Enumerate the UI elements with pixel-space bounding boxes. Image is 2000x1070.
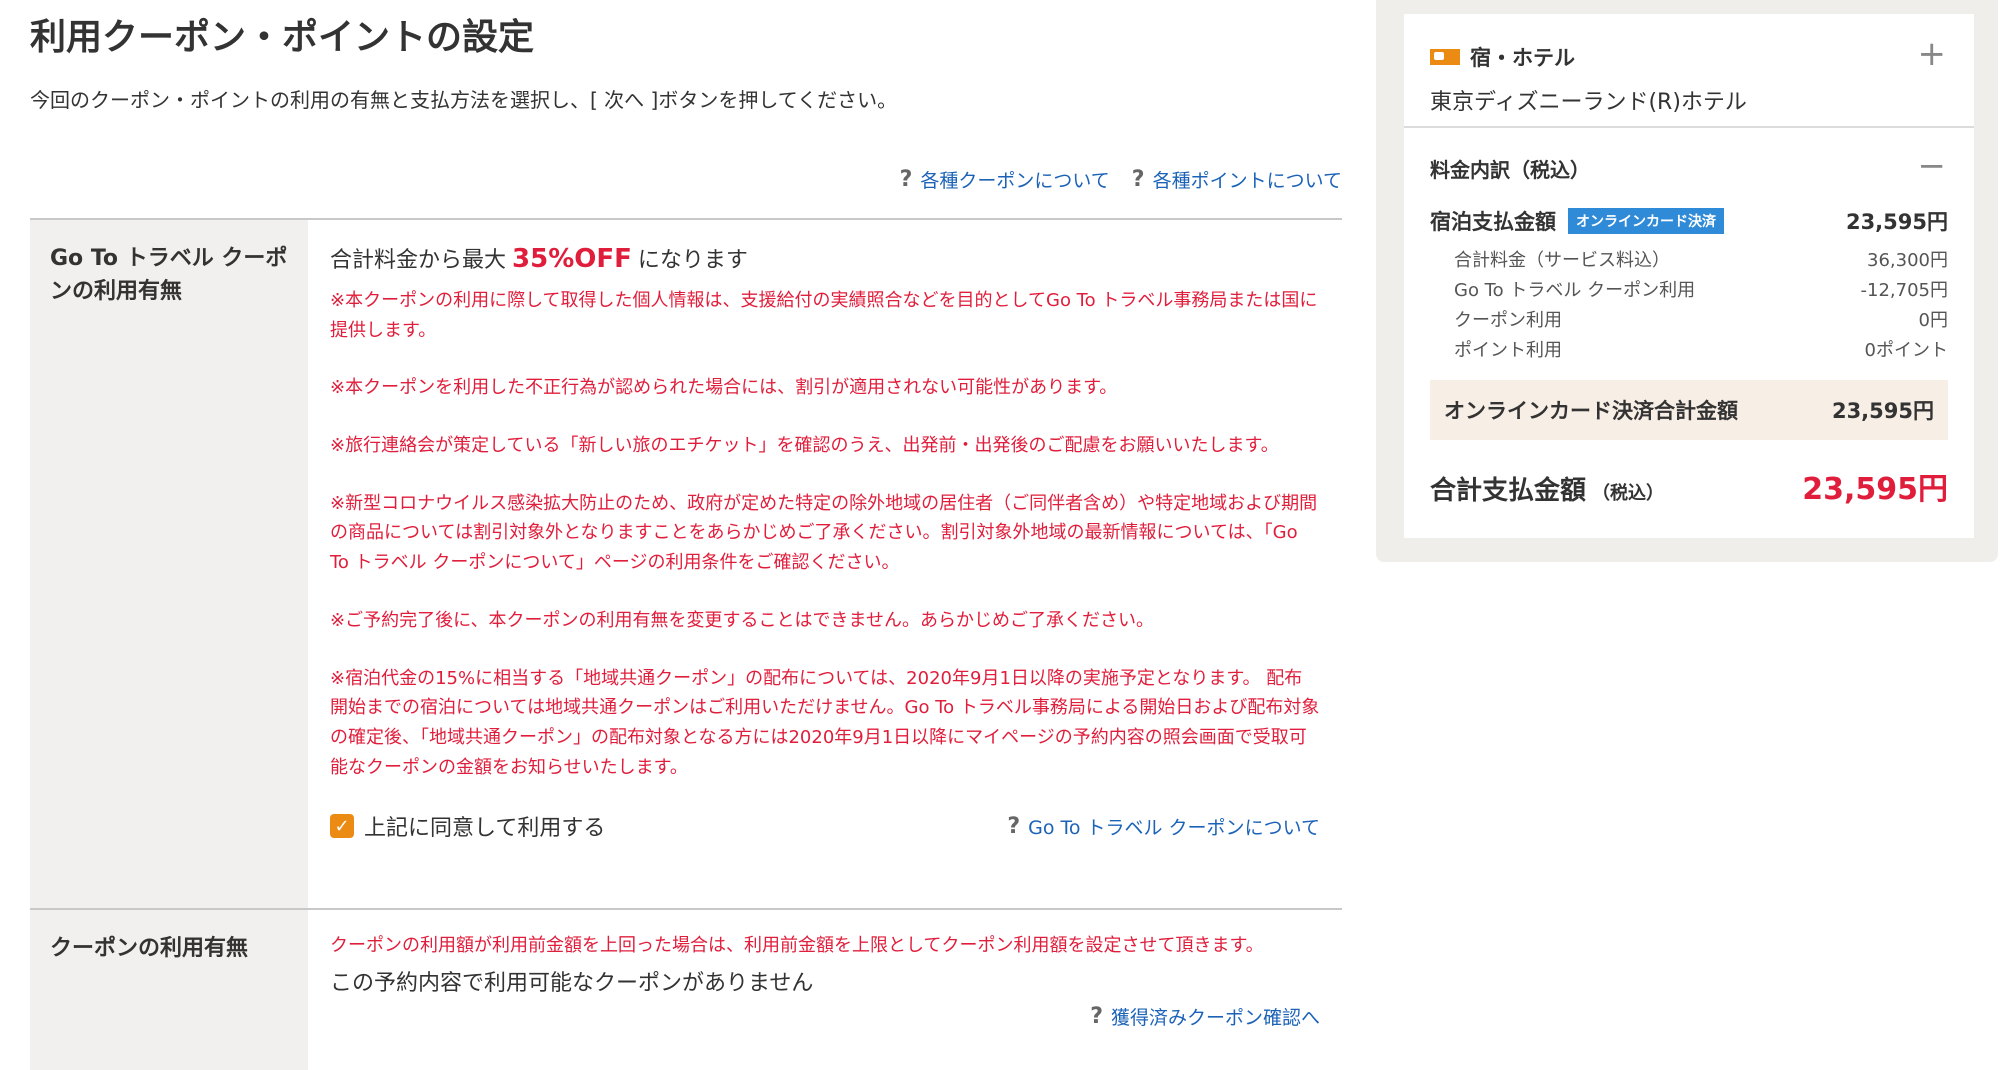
coupon-link-row: ? 獲得済みクーポン確認へ	[330, 1003, 1320, 1030]
detail-row: ポイント利用 0ポイント	[1454, 336, 1948, 366]
question-icon: ?	[1090, 1003, 1103, 1029]
discount-headline: 合計料金から最大 35%OFF になります	[330, 242, 1320, 274]
price-card: 宿・ホテル + 東京ディズニーランド(R)ホテル 料金内訳（税込） − 宿泊支払…	[1404, 14, 1974, 538]
breakdown-title: 料金内訳（税込）	[1430, 158, 1590, 182]
bed-icon	[1430, 49, 1460, 65]
question-icon: ?	[899, 167, 913, 192]
page-title: 利用クーポン・ポイントの設定	[30, 17, 535, 58]
goto-section-label: Go To トラベル クーポンの利用有無	[30, 220, 308, 910]
category-label: 宿・ホテル	[1470, 46, 1575, 70]
agree-row: ✓ 上記に同意して利用する ? Go To トラベル クーポンについて	[330, 810, 1320, 842]
detail-value: 0円	[1918, 310, 1948, 331]
detail-row: クーポン利用 0円	[1454, 306, 1948, 336]
coupon-note: クーポンの利用額が利用前金額を上回った場合は、利用前金額を上限としてクーポン利用…	[330, 935, 1264, 956]
stay-payment-row: 宿泊支払金額 オンラインカード決済 23,595円	[1430, 206, 1948, 236]
stay-amount: 23,595円	[1845, 210, 1948, 234]
question-icon: ?	[1007, 813, 1021, 839]
card-total-amount: 23,595円	[1831, 399, 1934, 423]
goto-notes: ※本クーポンの利用に際して取得した個人情報は、支援給付の実績照合などを目的として…	[330, 286, 1320, 782]
stay-label: 宿泊支払金額	[1430, 210, 1556, 234]
note-item: ※新型コロナウイルス感染拡大防止のため、政府が定めた特定の除外地域の居住者（ご同…	[330, 492, 1318, 574]
agree-checkbox[interactable]: ✓	[330, 814, 354, 839]
headline-post: になります	[637, 248, 748, 273]
coupon-help-link[interactable]: ? 各種クーポンについて	[900, 166, 1110, 193]
goto-coupon-info-link[interactable]: ? Go To トラベル クーポンについて	[1007, 813, 1320, 840]
detail-row: 合計料金（サービス料込） 36,300円	[1454, 246, 1948, 276]
agree-checkbox-label[interactable]: ✓ 上記に同意して利用する	[330, 810, 605, 842]
hotel-header: 宿・ホテル + 東京ディズニーランド(R)ホテル	[1404, 14, 1974, 128]
coupon-section-label: クーポンの利用有無	[30, 910, 308, 1070]
grand-total-sub: （税込）	[1592, 483, 1665, 504]
detail-value: 36,300円	[1867, 250, 1948, 271]
detail-value: 0ポイント	[1864, 340, 1948, 361]
grand-total-amount: 23,595円	[1802, 472, 1948, 507]
help-links: ? 各種クーポンについて ? 各種ポイントについて	[900, 166, 1342, 193]
hotel-name: 東京ディズニーランド(R)ホテル	[1430, 90, 1747, 115]
note-item: ※本クーポンの利用に際して取得した個人情報は、支援給付の実績照合などを目的として…	[330, 290, 1318, 341]
acquired-coupons-label: 獲得済みクーポン確認へ	[1110, 1006, 1320, 1029]
point-help-link[interactable]: ? 各種ポイントについて	[1132, 166, 1342, 193]
price-sidebar: 宿・ホテル + 東京ディズニーランド(R)ホテル 料金内訳（税込） − 宿泊支払…	[1376, 0, 1998, 562]
detail-label: Go To トラベル クーポン利用	[1454, 280, 1696, 301]
note-item: ※宿泊代金の15%に相当する「地域共通クーポン」の配布については、2020年9月…	[330, 667, 1320, 778]
detail-value: -12,705円	[1860, 280, 1948, 301]
question-icon: ?	[1131, 167, 1145, 192]
acquired-coupons-link[interactable]: ? 獲得済みクーポン確認へ	[1090, 1003, 1320, 1030]
goto-coupon-info-label: Go To トラベル クーポンについて	[1028, 816, 1320, 839]
detail-label: 合計料金（サービス料込）	[1454, 250, 1670, 271]
card-total-row: オンラインカード決済合計金額 23,595円	[1430, 380, 1948, 440]
collapse-minus-icon[interactable]: −	[1918, 146, 1947, 186]
detail-rows: 合計料金（サービス料込） 36,300円 Go To トラベル クーポン利用 -…	[1454, 246, 1948, 366]
agree-label: 上記に同意して利用する	[364, 816, 606, 842]
grand-total-row: 合計支払金額 （税込） 23,595円	[1430, 464, 1948, 508]
note-item: ※本クーポンを利用した不正行為が認められた場合には、割引が適用されない可能性があ…	[330, 377, 1118, 399]
note-item: ※旅行連絡会が策定している「新しい旅のエチケット」を確認のうえ、出発前・出発後の…	[330, 435, 1279, 457]
card-total-label: オンラインカード決済合計金額	[1444, 399, 1738, 423]
coupon-section-body: クーポンの利用額が利用前金額を上回った場合は、利用前金額を上限としてクーポン利用…	[308, 910, 1342, 1070]
goto-section-body: 合計料金から最大 35%OFF になります ※本クーポンの利用に際して取得した個人情…	[308, 220, 1342, 910]
check-icon: ✓	[334, 815, 350, 837]
expand-plus-icon[interactable]: +	[1918, 34, 1947, 74]
grand-total-label: 合計支払金額	[1430, 476, 1587, 506]
headline-pre: 合計料金から最大	[330, 248, 507, 273]
detail-label: ポイント利用	[1454, 340, 1562, 361]
note-item: ※ご予約完了後に、本クーポンの利用有無を変更することはできません。あらかじめご了…	[330, 609, 1154, 631]
goto-coupon-section: Go To トラベル クーポンの利用有無 合計料金から最大 35%OFF になります…	[30, 218, 1342, 910]
coupon-help-label: 各種クーポンについて	[920, 170, 1110, 192]
point-help-label: 各種ポイントについて	[1152, 170, 1342, 192]
coupon-none-text: この予約内容で利用可能なクーポンがありません	[330, 970, 814, 996]
hotel-category: 宿・ホテル	[1430, 42, 1575, 72]
detail-row: Go To トラベル クーポン利用 -12,705円	[1454, 276, 1948, 306]
payment-badge: オンラインカード決済	[1568, 208, 1724, 234]
coupon-section: クーポンの利用有無 クーポンの利用額が利用前金額を上回った場合は、利用前金額を上…	[30, 908, 1342, 1070]
intro-text: 今回のクーポン・ポイントの利用の有無と支払方法を選択し、[ 次へ ]ボタンを押し…	[30, 88, 898, 112]
detail-label: クーポン利用	[1454, 310, 1562, 331]
discount-percent: 35%OFF	[512, 244, 632, 274]
